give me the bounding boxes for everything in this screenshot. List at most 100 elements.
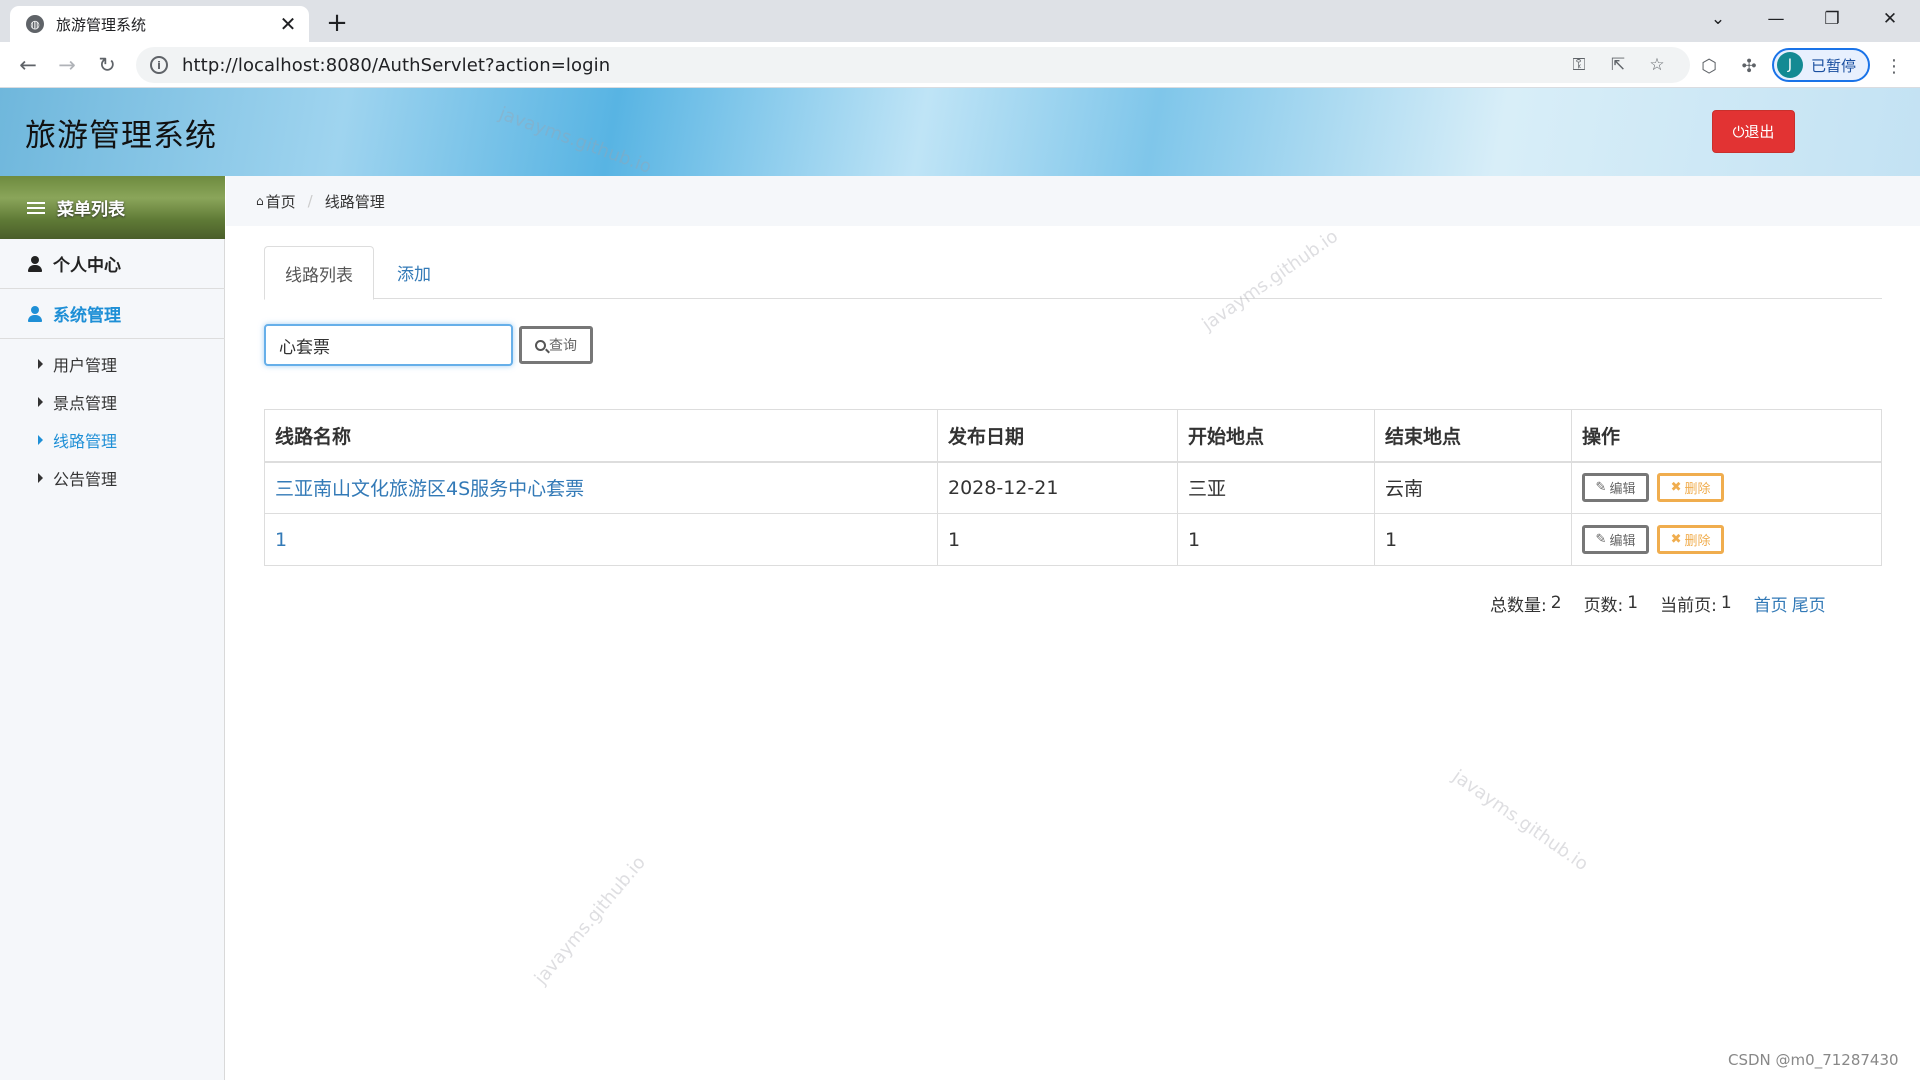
page-count-label: 页数:	[1583, 595, 1624, 616]
puzzle-icon[interactable]: ✣	[1737, 54, 1761, 78]
sidebar-section-label: 个人中心	[53, 256, 121, 276]
sidebar-item-routes[interactable]: 线路管理	[0, 425, 225, 455]
breadcrumb-home-label: 首页	[265, 192, 296, 211]
sidebar-item-label: 公告管理	[53, 470, 118, 489]
forward-icon[interactable]: →	[53, 51, 81, 79]
search-icon	[535, 339, 546, 351]
search-button-label: 查询	[549, 338, 577, 354]
column-header: 开始地点	[1177, 409, 1375, 463]
first-page-link[interactable]: 首页	[1754, 591, 1788, 616]
window-close-icon[interactable]: ✕	[1862, 4, 1918, 34]
content-tabs: 线路列表 添加	[264, 246, 1882, 300]
tab-search-chevron-down-icon[interactable]: ⌄	[1690, 4, 1746, 34]
watermark: javayms.github.io	[530, 852, 650, 989]
close-icon: ✖	[1670, 480, 1682, 496]
browser-tabstrip: ◍ 旅游管理系统 ✕ + ⌄ — ❐ ✕	[0, 0, 1920, 42]
profile-label: 已暂停	[1811, 56, 1857, 75]
column-header: 线路名称	[264, 409, 938, 463]
breadcrumb-current: 线路管理	[324, 192, 385, 211]
total-count-value: 2	[1550, 593, 1562, 613]
current-page-label: 当前页:	[1660, 595, 1717, 616]
caret-right-icon	[38, 473, 43, 483]
caret-right-icon	[38, 435, 43, 445]
pencil-icon: ✎	[1595, 480, 1607, 496]
browser-toolbar: ← → ↻ i http://localhost:8080/AuthServle…	[0, 42, 1920, 88]
share-icon[interactable]: ⇱	[1607, 54, 1629, 76]
restore-icon[interactable]: ❐	[1804, 4, 1860, 34]
key-icon[interactable]: ⚿	[1568, 54, 1590, 76]
edit-button[interactable]: ✎ 编辑	[1582, 473, 1649, 503]
page-count-value: 1	[1627, 593, 1639, 613]
start-location-cell: 1	[1177, 513, 1375, 566]
sidebar-section-profile[interactable]: 个人中心	[0, 239, 225, 289]
watermark: javayms.github.io	[1448, 765, 1592, 876]
logout-button[interactable]: ⏻退出	[1712, 110, 1795, 153]
breadcrumb-home[interactable]: ⌂ 首页	[256, 191, 296, 212]
delete-button[interactable]: ✖ 删除	[1657, 473, 1725, 503]
table-header-row: 线路名称 发布日期 开始地点 结束地点 操作	[264, 409, 1882, 463]
column-header: 发布日期	[937, 409, 1178, 463]
browser-tab[interactable]: ◍ 旅游管理系统 ✕	[10, 6, 309, 42]
delete-button[interactable]: ✖ 删除	[1657, 525, 1725, 554]
pagination: 总数量: 2 页数: 1 当前页: 1 首页 尾页	[1490, 591, 1826, 616]
reload-icon[interactable]: ↻	[93, 51, 121, 79]
tab-add[interactable]: 添加	[374, 246, 454, 299]
end-location-cell: 云南	[1374, 461, 1572, 514]
edit-button[interactable]: ✎ 编辑	[1582, 525, 1649, 554]
star-icon[interactable]: ☆	[1646, 54, 1668, 76]
back-icon[interactable]: ←	[14, 51, 42, 79]
pencil-icon: ✎	[1595, 532, 1607, 547]
sidebar-section-label: 系统管理	[53, 306, 121, 326]
profile-button[interactable]: J 已暂停	[1772, 48, 1870, 82]
sidebar-section-system[interactable]: 系统管理	[0, 289, 225, 339]
menu-header: 菜单列表	[0, 176, 225, 239]
column-header: 操作	[1571, 409, 1882, 463]
publish-date-cell: 1	[937, 513, 1178, 566]
caret-right-icon	[38, 397, 43, 407]
search-button[interactable]: 查询	[519, 326, 593, 364]
close-icon: ✖	[1670, 532, 1682, 547]
menu-icon	[27, 201, 45, 214]
home-icon: ⌂	[256, 194, 264, 208]
publish-date-cell: 2028-12-21	[937, 461, 1178, 514]
user-icon	[28, 255, 42, 272]
route-name-link[interactable]: 1	[264, 513, 938, 566]
total-count-label: 总数量:	[1490, 595, 1547, 616]
avatar: J	[1777, 52, 1803, 78]
sidebar-item-notices[interactable]: 公告管理	[0, 463, 225, 493]
end-location-cell: 1	[1374, 513, 1572, 566]
url-text: http://localhost:8080/AuthServlet?action…	[182, 54, 611, 76]
route-name-link[interactable]: 三亚南山文化旅游区4S服务中心套票	[264, 461, 938, 514]
sidebar-item-label: 景点管理	[53, 394, 118, 413]
more-menu-icon[interactable]: ⋮	[1882, 54, 1906, 78]
tab-route-list[interactable]: 线路列表	[264, 246, 374, 300]
delete-label: 删除	[1684, 534, 1711, 549]
user-icon	[28, 305, 42, 322]
new-tab-icon[interactable]: +	[323, 8, 351, 38]
sidebar-item-attractions[interactable]: 景点管理	[0, 387, 225, 417]
column-header: 结束地点	[1374, 409, 1572, 463]
edit-label: 编辑	[1609, 534, 1636, 549]
table-row: 1 1 1 1 ✎ 编辑 ✖ 删除	[264, 513, 1882, 566]
address-bar[interactable]: i http://localhost:8080/AuthServlet?acti…	[136, 47, 1690, 83]
actions-cell: ✎ 编辑 ✖ 删除	[1571, 513, 1882, 566]
current-page-value: 1	[1720, 593, 1732, 613]
tab-title: 旅游管理系统	[56, 15, 147, 34]
breadcrumb: ⌂ 首页 / 线路管理	[226, 176, 1920, 226]
site-info-icon[interactable]: i	[150, 56, 168, 74]
minimize-icon[interactable]: —	[1748, 4, 1804, 34]
table-row: 三亚南山文化旅游区4S服务中心套票 2028-12-21 三亚 云南 ✎ 编辑 ✖…	[264, 461, 1882, 514]
route-table: 线路名称 发布日期 开始地点 结束地点 操作 三亚南山文化旅游区4S服务中心套票…	[264, 409, 1882, 566]
breadcrumb-separator: /	[307, 192, 313, 210]
sidebar-item-label: 用户管理	[53, 356, 118, 375]
actions-cell: ✎ 编辑 ✖ 删除	[1571, 461, 1882, 514]
globe-icon: ◍	[26, 15, 44, 33]
extension-hex-icon[interactable]: ⬡	[1697, 54, 1721, 78]
sidebar-item-users[interactable]: 用户管理	[0, 349, 225, 379]
last-page-link[interactable]: 尾页	[1792, 591, 1826, 616]
search-input[interactable]: 心套票	[264, 324, 513, 366]
menu-title: 菜单列表	[57, 200, 125, 220]
credit-text: CSDN @m0_71287430	[1728, 1051, 1899, 1069]
delete-label: 删除	[1684, 482, 1711, 498]
close-icon[interactable]: ✕	[275, 11, 301, 37]
